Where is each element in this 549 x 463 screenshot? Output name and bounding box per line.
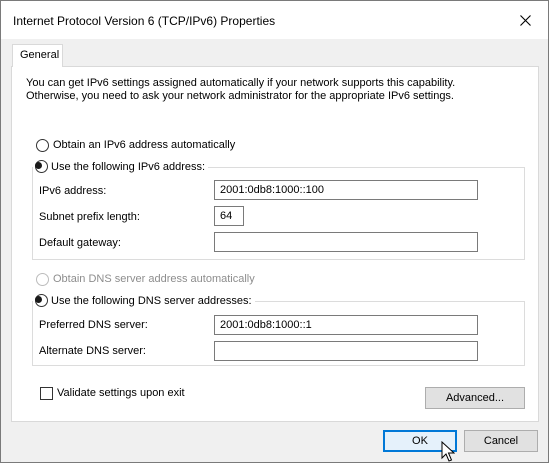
default-gateway-field[interactable] (214, 232, 478, 252)
preferred-dns-field[interactable]: 2001:0db8:1000::1 (214, 315, 478, 335)
subnet-prefix-label: Subnet prefix length: (39, 211, 140, 223)
close-icon (519, 14, 531, 26)
ipv6-address-label: IPv6 address: (39, 185, 107, 197)
ipv6-address-field[interactable]: 2001:0db8:1000::100 (214, 180, 478, 200)
tab-general-label: General (20, 49, 60, 61)
close-button[interactable] (502, 1, 548, 39)
default-gateway-label: Default gateway: (39, 237, 121, 249)
ipv6-auto-label[interactable]: Obtain an IPv6 address automatically (53, 139, 235, 151)
dns-auto-radio (36, 273, 49, 286)
ipv6-auto-radio[interactable] (36, 139, 49, 152)
window-title: Internet Protocol Version 6 (TCP/IPv6) P… (13, 14, 276, 28)
ipv6-manual-label: Use the following IPv6 address: (51, 161, 206, 173)
dns-manual-label: Use the following DNS server addresses: (51, 295, 252, 307)
cancel-button[interactable]: Cancel (464, 430, 538, 452)
dns-manual-option[interactable]: Use the following DNS server addresses: (33, 294, 255, 307)
alternate-dns-field[interactable] (214, 341, 478, 361)
validate-checkbox[interactable] (40, 387, 53, 400)
alternate-dns-label: Alternate DNS server: (39, 345, 146, 357)
advanced-button[interactable]: Advanced... (425, 387, 525, 409)
title-bar: Internet Protocol Version 6 (TCP/IPv6) P… (1, 1, 548, 39)
dns-auto-label: Obtain DNS server address automatically (53, 273, 255, 285)
intro-text: You can get IPv6 settings assigned autom… (26, 77, 526, 103)
dialog-window: Internet Protocol Version 6 (TCP/IPv6) P… (0, 0, 549, 463)
mouse-pointer-icon (441, 441, 455, 462)
dns-manual-radio[interactable] (35, 294, 48, 307)
subnet-prefix-field[interactable]: 64 (214, 206, 244, 226)
intro-line-2: Otherwise, you need to ask your network … (26, 90, 454, 102)
tab-general[interactable]: General (12, 44, 63, 67)
intro-line-1: You can get IPv6 settings assigned autom… (26, 77, 456, 89)
validate-label[interactable]: Validate settings upon exit (57, 387, 185, 399)
ipv6-manual-radio[interactable] (35, 160, 48, 173)
preferred-dns-label: Preferred DNS server: (39, 319, 148, 331)
general-panel: You can get IPv6 settings assigned autom… (11, 66, 539, 422)
ipv6-manual-option[interactable]: Use the following IPv6 address: (33, 160, 209, 173)
